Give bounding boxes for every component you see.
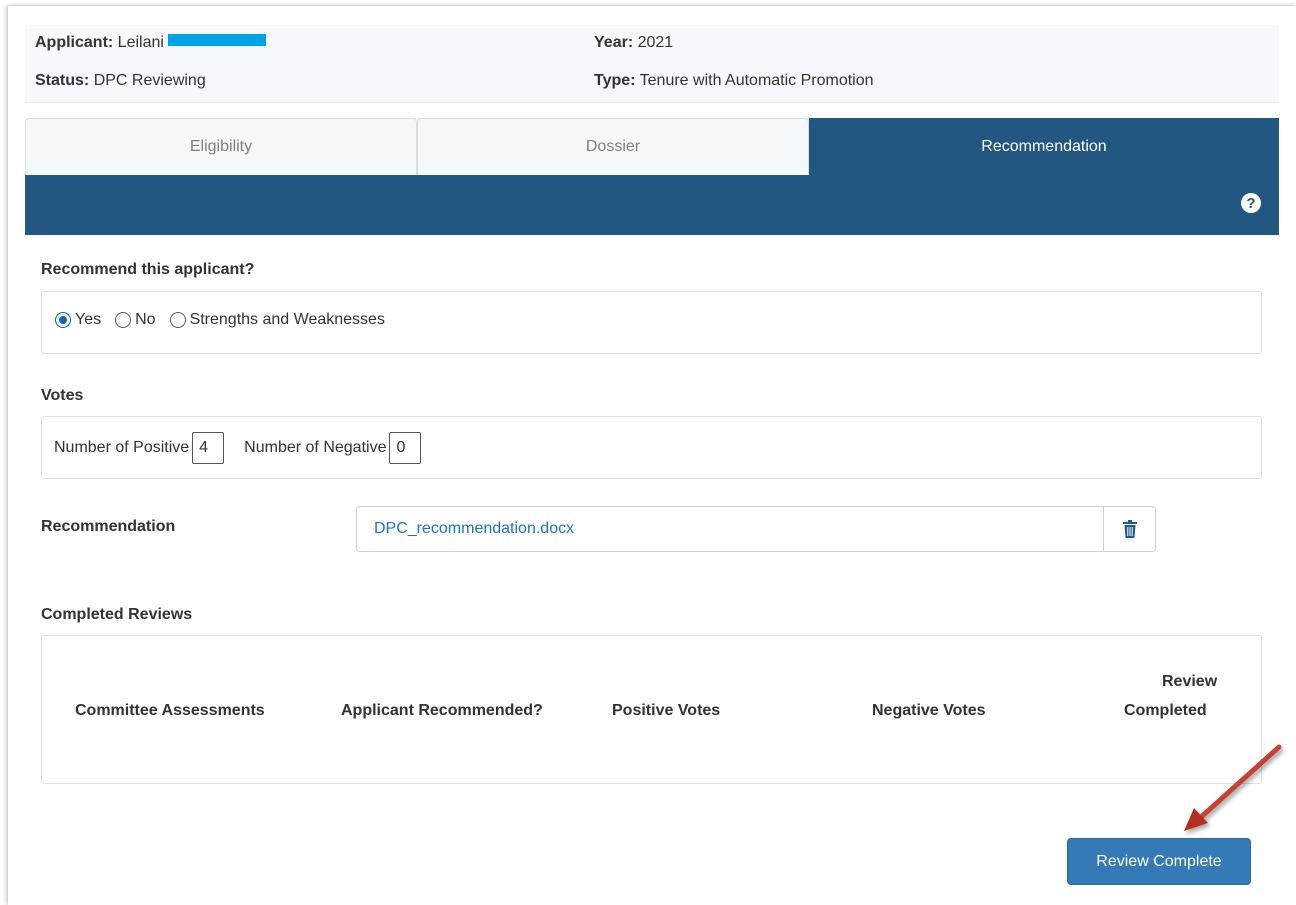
tab-eligibility[interactable]: Eligibility xyxy=(25,118,417,175)
year-label: Year: xyxy=(594,34,634,51)
col-review-completed-line2[interactable]: Completed xyxy=(1124,702,1207,720)
applicant-info-panel: Applicant: Leilani Status: DPC Reviewing… xyxy=(25,25,1279,103)
completed-reviews-label: Completed Reviews xyxy=(41,606,193,623)
type-value: Tenure with Automatic Promotion xyxy=(639,72,874,89)
completed-reviews-panel: Committee Assessments Applicant Recommen… xyxy=(41,635,1262,784)
year-field: Year: 2021 xyxy=(594,34,673,52)
type-field: Type: Tenure with Automatic Promotion xyxy=(594,72,874,90)
delete-file-button[interactable] xyxy=(1104,507,1156,551)
trash-icon xyxy=(1123,520,1137,538)
recommendation-file-field: DPC_recommendation.docx xyxy=(356,506,1156,552)
applicant-field: Applicant: Leilani xyxy=(35,34,266,52)
positive-votes-label: Number of Positive xyxy=(54,439,190,456)
tab-content-header: ? xyxy=(25,175,1279,235)
positive-votes-input[interactable] xyxy=(192,432,225,464)
recommend-label: Recommend this applicant? xyxy=(41,261,255,278)
applicant-name: Leilani xyxy=(117,34,164,51)
col-committee-assessments[interactable]: Committee Assessments xyxy=(75,702,265,720)
radio-strengths-weaknesses-label[interactable]: Strengths and Weaknesses xyxy=(190,311,385,329)
col-applicant-recommended[interactable]: Applicant Recommended? xyxy=(341,702,543,720)
applicant-label: Applicant: xyxy=(35,34,114,51)
votes-label: Votes xyxy=(41,387,84,404)
tab-dossier[interactable]: Dossier xyxy=(417,118,809,175)
review-complete-button[interactable]: Review Complete xyxy=(1067,838,1251,885)
recommendation-file-link[interactable]: DPC_recommendation.docx xyxy=(374,520,574,538)
tab-recommendation[interactable]: Recommendation xyxy=(809,118,1279,175)
tab-eligibility-label: Eligibility xyxy=(189,138,253,155)
status-value: DPC Reviewing xyxy=(93,72,206,89)
votes-row: Number of Positive Number of Negative xyxy=(54,432,422,464)
redaction-bar xyxy=(167,34,266,46)
radio-strengths-weaknesses[interactable] xyxy=(169,312,186,328)
radio-no-label[interactable]: No xyxy=(135,311,155,329)
recommend-radio-group: Yes No Strengths and Weaknesses xyxy=(55,311,399,329)
radio-yes[interactable] xyxy=(55,312,71,328)
status-field: Status: DPC Reviewing xyxy=(35,72,206,90)
votes-panel: Number of Positive Number of Negative xyxy=(41,416,1262,479)
tab-recommendation-label: Recommendation xyxy=(981,137,1107,155)
year-value: 2021 xyxy=(637,34,674,51)
col-negative-votes[interactable]: Negative Votes xyxy=(872,702,986,720)
tab-dossier-label: Dossier xyxy=(585,138,641,155)
recommend-panel: Yes No Strengths and Weaknesses xyxy=(41,291,1262,354)
radio-yes-label[interactable]: Yes xyxy=(75,311,101,329)
status-label: Status: xyxy=(35,72,90,89)
negative-votes-label: Number of Negative xyxy=(244,439,387,456)
question-circle-icon[interactable]: ? xyxy=(1241,193,1261,213)
radio-no[interactable] xyxy=(115,312,132,328)
type-label: Type: xyxy=(594,72,636,89)
negative-votes-input[interactable] xyxy=(389,432,422,464)
recommendation-label: Recommendation xyxy=(41,518,176,535)
col-positive-votes[interactable]: Positive Votes xyxy=(612,702,720,720)
col-review-completed-line1[interactable]: Review xyxy=(1162,673,1217,691)
